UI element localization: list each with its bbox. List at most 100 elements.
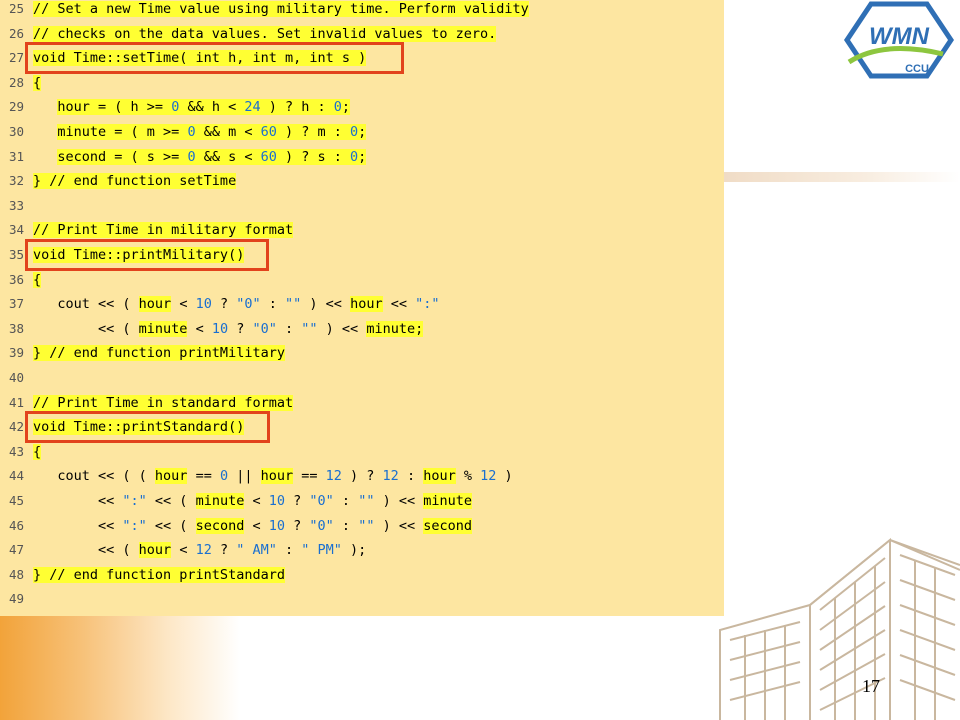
code-token: ?	[211, 296, 237, 313]
code-token: ?	[228, 320, 253, 337]
code-token: ) <<	[317, 320, 367, 337]
code-token: ""	[301, 320, 318, 337]
code-line: 33	[0, 194, 724, 218]
code-token: " AM"	[236, 542, 277, 559]
code-text: } // end function setTime	[33, 171, 237, 191]
line-number: 46	[8, 517, 24, 533]
code-token: :	[260, 296, 286, 313]
code-token: 0	[333, 99, 342, 116]
code-token: hour	[154, 468, 188, 485]
code-token: && m <	[195, 124, 261, 140]
page-number: 17	[862, 676, 880, 696]
code-line: 32} // end function setTime	[0, 169, 724, 193]
code-token: );	[341, 542, 367, 559]
code-text: } // end function printMilitary	[33, 343, 285, 363]
code-token: ""	[358, 517, 375, 534]
code-token: 24	[244, 99, 261, 116]
code-token: << (	[33, 320, 139, 337]
line-number: 39	[8, 345, 24, 361]
code-line: 49	[0, 587, 724, 611]
building-illustration	[719, 537, 960, 720]
code-token: ||	[228, 468, 261, 485]
code-token: %	[455, 468, 481, 485]
line-number: 28	[8, 74, 24, 90]
code-token: cout << ( (	[33, 468, 155, 485]
code-line: 36 {	[0, 268, 724, 292]
code-token: minute;	[366, 320, 424, 337]
line-number: 47	[8, 542, 24, 558]
code-token: :	[398, 468, 424, 485]
code-token: "0"	[252, 320, 277, 337]
code-token: :	[276, 320, 302, 337]
code-token: ":"	[122, 517, 147, 534]
line-number: 48	[8, 566, 24, 582]
code-token: hour	[138, 542, 172, 559]
code-token: ) <<	[374, 517, 424, 534]
code-token: // checks on the data values. Set invali…	[33, 25, 497, 42]
code-line: 46 << ":" << ( second < 10 ? "0" : "" ) …	[0, 514, 724, 538]
printstandard-highlight-box	[25, 411, 270, 443]
code-token: ) ?	[341, 468, 383, 485]
code-text: << ":" << ( minute < 10 ? "0" : "" ) << …	[33, 491, 473, 511]
code-token: ;	[358, 148, 367, 165]
code-token: // Print Time in military format	[33, 222, 294, 239]
code-text: hour = ( h >= 0 && h < 24 ) ? h : 0;	[33, 97, 351, 117]
line-number: 33	[8, 197, 24, 213]
code-token: 12	[480, 468, 497, 485]
code-text: << ( hour < 12 ? " AM" : " PM" );	[33, 540, 366, 560]
line-number: 27	[8, 50, 24, 66]
code-line: 44 cout << ( ( hour == 0 || hour == 12 )…	[0, 464, 724, 488]
code-token: ;	[341, 99, 351, 116]
code-token: second = ( s >=	[57, 148, 188, 165]
code-token: :	[276, 542, 302, 559]
code-token: 10	[211, 320, 229, 337]
code-token: 10	[268, 517, 286, 534]
code-text: {	[33, 73, 42, 93]
code-line: 30 minute = ( m >= 0 && m < 60 ) ? m : 0…	[0, 120, 724, 144]
code-text: {	[33, 270, 42, 290]
code-line: 37 cout << ( hour < 10 ? "0" : "" ) << h…	[0, 292, 724, 316]
code-token: << (	[146, 493, 196, 509]
code-token: :	[333, 493, 359, 509]
code-line: 29 hour = ( h >= 0 && h < 24 ) ? h : 0;	[0, 95, 724, 119]
code-token: ":"	[122, 493, 147, 509]
code-token: 0	[350, 148, 359, 165]
code-token: <	[244, 493, 269, 509]
code-token: hour	[260, 468, 294, 485]
code-token: ":"	[415, 296, 440, 313]
code-token: minute	[138, 320, 188, 337]
code-token: 12	[382, 468, 399, 485]
code-listing: 25 // Set a new Time value using military…	[0, 0, 724, 616]
code-text: << ":" << ( second < 10 ? "0" : "" ) << …	[33, 516, 473, 536]
code-line: 45 << ":" << ( minute < 10 ? "0" : "" ) …	[0, 489, 724, 513]
code-token: :	[333, 517, 359, 534]
code-line: 25 // Set a new Time value using military…	[0, 0, 724, 21]
logo-sub-text: CCU	[905, 63, 929, 75]
code-token: } // end function printMilitary	[33, 345, 285, 362]
code-token: "0"	[236, 296, 261, 313]
code-text: cout << ( ( hour == 0 || hour == 12 ) ? …	[33, 466, 513, 486]
code-text: } // end function printStandard	[33, 565, 285, 585]
code-token: 0	[187, 148, 196, 165]
code-line: 31 second = ( s >= 0 && s < 60 ) ? s : 0…	[0, 145, 724, 169]
code-token: ) ? s :	[276, 148, 351, 165]
code-token: "0"	[309, 517, 334, 534]
code-token: 10	[195, 296, 212, 313]
code-token: minute	[423, 493, 473, 509]
settime-highlight-box	[25, 42, 404, 74]
code-token: <	[244, 517, 269, 534]
line-number: 44	[8, 468, 24, 484]
code-token: } // end function printStandard	[33, 566, 285, 583]
code-text: // Set a new Time value using military t…	[33, 0, 529, 19]
code-token: // Set a new Time value using military t…	[33, 1, 529, 17]
code-token: ) ? m :	[276, 124, 351, 140]
code-line: 40	[0, 366, 724, 390]
code-token: <<	[33, 493, 123, 509]
line-number: 31	[8, 148, 24, 164]
code-token: 0	[350, 124, 359, 140]
code-token: {	[33, 271, 42, 288]
code-token: ?	[285, 517, 310, 534]
wmn-logo: WMN CCU	[843, 1, 955, 79]
